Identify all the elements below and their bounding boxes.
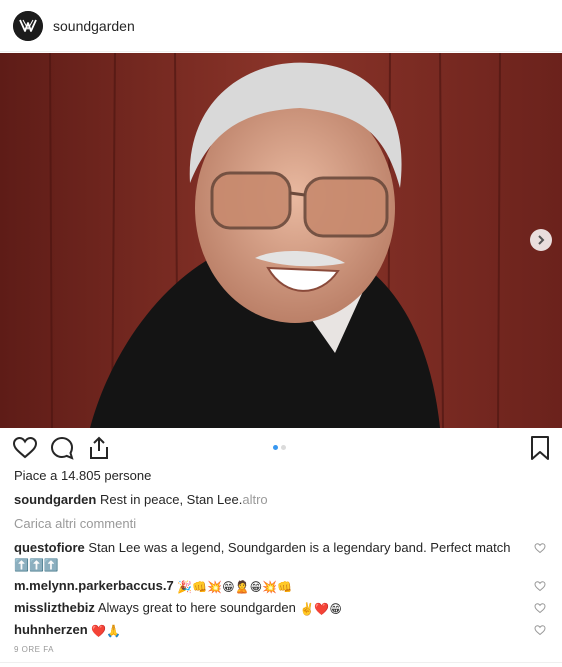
caption-username[interactable]: soundgarden	[14, 492, 96, 507]
comment-emojis: ✌️❤️😁	[299, 601, 342, 616]
caption-more-link[interactable]: altro	[242, 492, 267, 507]
comment-username[interactable]: m.melynn.parkerbaccus.7	[14, 578, 174, 593]
soundgarden-logo-icon	[13, 10, 43, 41]
chevron-right-icon	[538, 235, 545, 245]
account-username[interactable]: soundgarden	[53, 18, 135, 34]
comment-icon[interactable]	[49, 435, 75, 461]
up-arrow-emojis: ⬆️⬆️⬆️	[14, 557, 59, 572]
carousel-next-button[interactable]	[530, 229, 552, 251]
comment-emojis: ⬆️⬆️⬆️	[14, 556, 59, 574]
post-timestamp[interactable]: 9 ORE FA	[14, 645, 54, 654]
carousel-dot	[281, 445, 286, 450]
comment-text: Stan Lee was a legend, Soundgarden is a …	[88, 540, 511, 555]
comment-row: huhnherzen ❤️🙏	[14, 622, 550, 637]
post-header: soundgarden	[0, 0, 562, 52]
load-more-comments-link[interactable]: Carica altri commenti	[14, 516, 136, 531]
account-avatar[interactable]	[13, 10, 43, 41]
comment-like-heart-icon[interactable]	[534, 624, 546, 636]
stan-lee-portrait-image	[0, 53, 562, 428]
comment-row: m.melynn.parkerbaccus.7 🎉👊💥😁🙎😁💥👊	[14, 578, 550, 593]
comment-row: misslizthebiz Always great to here sound…	[14, 600, 550, 615]
comment-text: Always great to here soundgarden	[97, 600, 296, 615]
comment-like-heart-icon[interactable]	[534, 580, 546, 592]
comment-username[interactable]: huhnherzen	[14, 622, 88, 637]
comment-like-heart-icon[interactable]	[534, 602, 546, 614]
divider	[0, 662, 562, 663]
carousel-dot-active	[273, 445, 278, 450]
heart-icon[interactable]	[12, 435, 38, 461]
comment-username[interactable]: misslizthebiz	[14, 600, 95, 615]
caption-text: Rest in peace, Stan Lee.	[99, 492, 243, 507]
comment-username[interactable]: questofiore	[14, 540, 85, 555]
post-photo[interactable]	[0, 53, 562, 428]
post-caption: soundgarden Rest in peace, Stan Lee.altr…	[14, 492, 268, 507]
comment-emojis: 🎉👊💥😁🙎😁💥👊	[177, 579, 292, 594]
comment-like-heart-icon[interactable]	[534, 542, 546, 554]
bookmark-icon[interactable]	[527, 435, 553, 461]
comment-row: questofiore Stan Lee was a legend, Sound…	[14, 540, 550, 555]
action-bar	[0, 432, 562, 464]
comment-emojis: ❤️🙏	[91, 623, 122, 638]
share-icon[interactable]	[86, 435, 112, 461]
carousel-indicator	[273, 445, 286, 450]
likes-count[interactable]: Piace a 14.805 persone	[14, 468, 151, 483]
